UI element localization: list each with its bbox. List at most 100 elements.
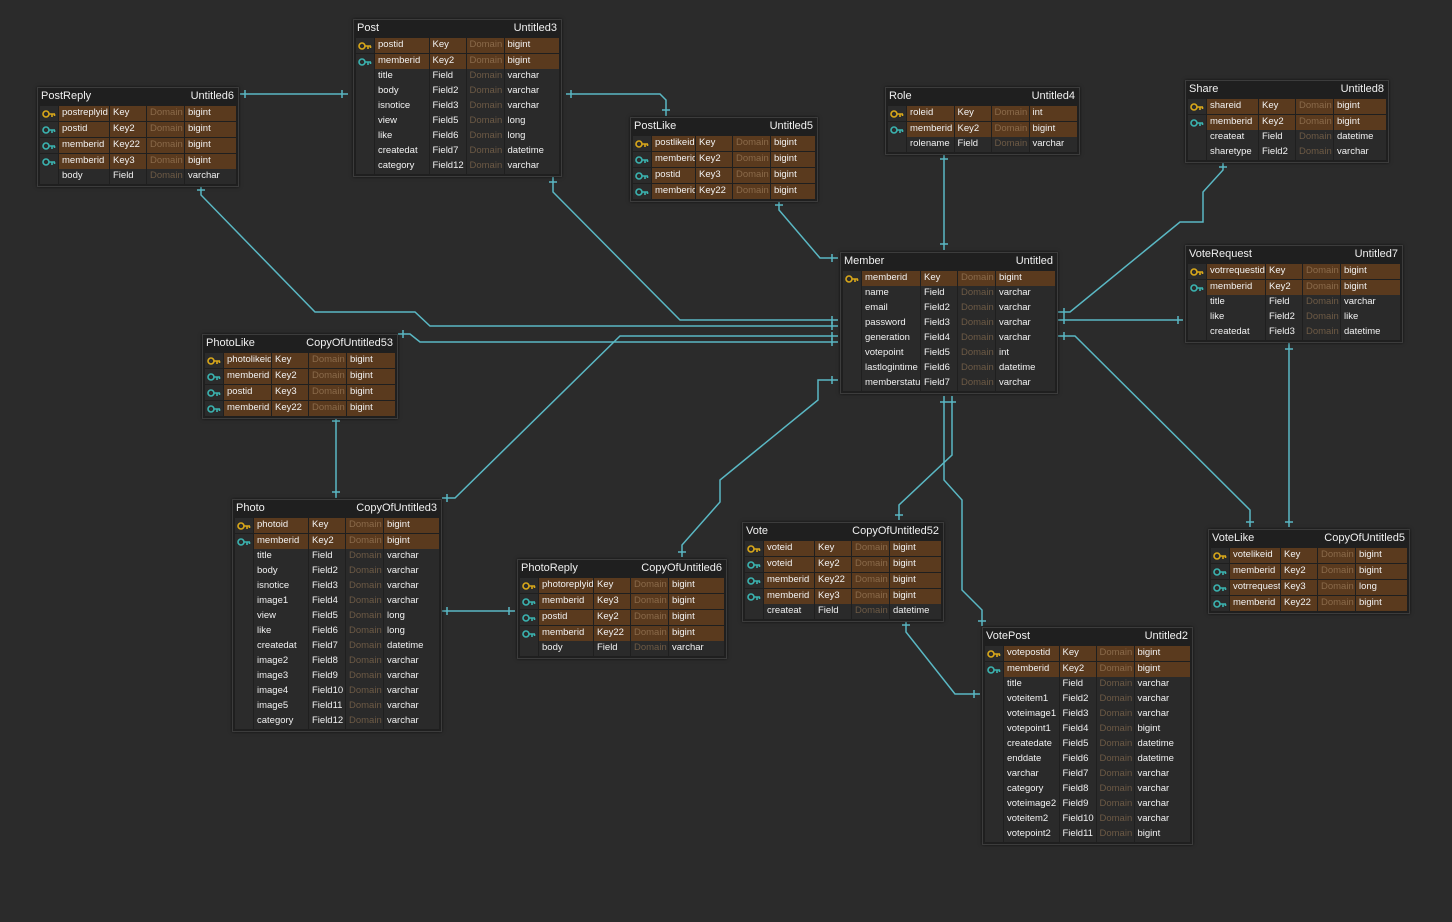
table-header[interactable]: VoteLike CopyOfUntitled5 — [1209, 530, 1409, 547]
table-row[interactable]: votrrequestidKey3Domainlong — [1211, 579, 1407, 595]
table-row[interactable]: postreplyid Key Domain bigint — [40, 106, 236, 121]
table-votelike[interactable]: VoteLike CopyOfUntitled5 votelikeid Key Doma… — [1208, 529, 1410, 614]
table-role[interactable]: Role Untitled4 roleid Key Domain int memberid K… — [885, 87, 1080, 155]
diagram-canvas[interactable]: Post Untitled3 postid Key Domain bigint member… — [0, 0, 1452, 922]
table-post[interactable]: Post Untitled3 postid Key Domain bigint member… — [353, 19, 562, 177]
relationship-line-postreply-member[interactable] — [200, 185, 838, 327]
table-row[interactable]: voteitem1 Field2 Domain varchar — [985, 692, 1190, 707]
table-row[interactable]: memberid Key Domain bigint — [843, 271, 1055, 286]
table-row[interactable]: memberid Key22 Domain bigint — [40, 137, 236, 153]
table-row[interactable]: memberid Key2 Domain bigint — [1188, 279, 1400, 295]
table-row[interactable]: voteid Key Domain bigint — [745, 541, 941, 556]
table-row[interactable]: createdate Field5 Domain datetime — [985, 737, 1190, 752]
table-header[interactable]: Share Untitled8 — [1186, 81, 1388, 98]
table-row[interactable]: body Field2 Domain varchar — [356, 84, 559, 99]
table-row[interactable]: category Field12 Domain varchar — [356, 159, 559, 174]
table-row[interactable]: isnotice Field3 Domain varchar — [235, 579, 439, 594]
table-row[interactable]: voteimage1 Field3 Domain varchar — [985, 707, 1190, 722]
table-row[interactable]: image3 Field9 Domain varchar — [235, 669, 439, 684]
table-row[interactable]: votepostid Key Domain bigint — [985, 646, 1190, 661]
table-vote[interactable]: Vote CopyOfUntitled52 voteid Key Domain bigin… — [742, 522, 944, 622]
table-row[interactable]: image1 Field4 Domain varchar — [235, 594, 439, 609]
table-header[interactable]: PhotoLike CopyOfUntitled53 — [203, 335, 397, 352]
table-header[interactable]: VoteRequest Untitled7 — [1186, 246, 1402, 263]
table-row[interactable]: memberid Key22 Domain bigint — [1211, 595, 1407, 611]
table-row[interactable]: postid Key2 Domain bigint — [520, 609, 724, 625]
table-row[interactable]: isnotice Field3 Domain varchar — [356, 99, 559, 114]
relationship-line-votelike-member[interactable] — [1058, 335, 1251, 527]
table-header[interactable]: Vote CopyOfUntitled52 — [743, 523, 943, 540]
table-row[interactable]: votrrequestid Key Domain bigint — [1188, 264, 1400, 279]
table-header[interactable]: PostLike Untitled5 — [631, 118, 817, 135]
table-row[interactable]: category Field8 Domain varchar — [985, 782, 1190, 797]
table-row[interactable]: rolename Field Domain varchar — [888, 137, 1077, 152]
table-row[interactable]: postid Key3 Domain bigint — [205, 384, 395, 400]
table-row[interactable]: body Field Domain varchar — [520, 641, 724, 656]
table-row[interactable]: photolikeid Key Domain bigint — [205, 353, 395, 368]
table-row[interactable]: voteitem2 Field10 Domain varchar — [985, 812, 1190, 827]
table-row[interactable]: votepoint1 Field4 Domain bigint — [985, 722, 1190, 737]
relationship-line-vote-member[interactable] — [898, 396, 953, 520]
table-row[interactable]: memberid Key3 Domain bigint — [745, 588, 941, 604]
table-header[interactable]: Role Untitled4 — [886, 88, 1079, 105]
table-header[interactable]: PostReply Untitled6 — [38, 88, 238, 105]
table-row[interactable]: postid Key Domain bigint — [356, 38, 559, 53]
table-row[interactable]: generation Field4 Domain varchar — [843, 331, 1055, 346]
table-row[interactable]: memberid Key2 Domain bigint — [633, 151, 815, 167]
table-row[interactable]: memberid Key3 Domain bigint — [520, 593, 724, 609]
table-row[interactable]: image2 Field8 Domain varchar — [235, 654, 439, 669]
table-row[interactable]: enddate Field6 Domain datetime — [985, 752, 1190, 767]
table-member[interactable]: Member Untitled memberid Key Domain bigint nam… — [840, 252, 1058, 394]
table-row[interactable]: createdat Field3 Domain datetime — [1188, 325, 1400, 340]
table-row[interactable]: createdat Field7 Domain datetime — [235, 639, 439, 654]
table-row[interactable]: voteimage2 Field9 Domain varchar — [985, 797, 1190, 812]
relationship-line-post-postlike[interactable] — [566, 93, 667, 116]
table-row[interactable]: memberid Key22 Domain bigint — [745, 572, 941, 588]
table-row[interactable]: memberid Key2 Domain bigint — [205, 368, 395, 384]
table-row[interactable]: view Field5 Domain long — [356, 114, 559, 129]
table-row[interactable]: postid Key2 Domain bigint — [40, 121, 236, 137]
table-row[interactable]: roleid Key Domain int — [888, 106, 1077, 121]
table-photo[interactable]: Photo CopyOfUntitled3 photoid Key Domain bigi… — [232, 499, 442, 732]
table-row[interactable]: postid Key3 Domain bigint — [633, 167, 815, 183]
relationship-line-postlike-member[interactable] — [778, 200, 838, 259]
table-votepost[interactable]: VotePost Untitled2 votepostid Key Domain bigi… — [982, 627, 1193, 845]
table-row[interactable]: title Field Domain varchar — [985, 677, 1190, 692]
relationship-line-vote-votepost[interactable] — [905, 620, 980, 695]
table-row[interactable]: votelikeid Key Domain bigint — [1211, 548, 1407, 563]
table-row[interactable]: like Field6 Domain long — [235, 624, 439, 639]
table-row[interactable]: title Field Domain varchar — [235, 549, 439, 564]
table-voterequest[interactable]: VoteRequest Untitled7 votrrequestid Key Doma… — [1185, 245, 1403, 343]
table-row[interactable]: voteid Key2 Domain bigint — [745, 556, 941, 572]
table-row[interactable]: memberid Key2 Domain bigint — [1211, 563, 1407, 579]
table-row[interactable]: varchar Field7 Domain varchar — [985, 767, 1190, 782]
table-row[interactable]: memberid Key2 Domain bigint — [888, 121, 1077, 137]
relationship-line-photolike-member[interactable] — [398, 333, 838, 343]
table-row[interactable]: postlikeid Key Domain bigint — [633, 136, 815, 151]
table-row[interactable]: view Field5 Domain long — [235, 609, 439, 624]
table-share[interactable]: Share Untitled8 shareid Key Domain bigint memb… — [1185, 80, 1389, 163]
table-row[interactable]: memberid Key22 Domain bigint — [633, 183, 815, 199]
table-row[interactable]: image4 Field10 Domain varchar — [235, 684, 439, 699]
table-row[interactable]: password Field3 Domain varchar — [843, 316, 1055, 331]
table-row[interactable]: body Field2 Domain varchar — [235, 564, 439, 579]
table-postlike[interactable]: PostLike Untitled5 postlikeid Key Domain bigi… — [630, 117, 818, 202]
table-photoreply[interactable]: PhotoReply CopyOfUntitled6 photoreplyid Key… — [517, 559, 727, 659]
table-row[interactable]: memberstatus Field7 Domain varchar — [843, 376, 1055, 391]
table-row[interactable]: memberid Key2 Domain bigint — [985, 661, 1190, 677]
table-row[interactable]: email Field2 Domain varchar — [843, 301, 1055, 316]
table-row[interactable]: image5 Field11 Domain varchar — [235, 699, 439, 714]
relationship-line-votepost-member[interactable] — [943, 396, 983, 626]
table-header[interactable]: Photo CopyOfUntitled3 — [233, 500, 441, 517]
table-row[interactable]: photoreplyid Key Domain bigint — [520, 578, 724, 593]
table-row[interactable]: createdat Field7 Domain datetime — [356, 144, 559, 159]
table-row[interactable]: body Field Domain varchar — [40, 169, 236, 184]
table-row[interactable]: shareid Key Domain bigint — [1188, 99, 1386, 114]
table-row[interactable]: memberid Key22 Domain bigint — [520, 625, 724, 641]
table-row[interactable]: like Field2 Domain like — [1188, 310, 1400, 325]
relationship-line-photo-member[interactable] — [442, 335, 838, 499]
table-row[interactable]: like Field6 Domain long — [356, 129, 559, 144]
table-photolike[interactable]: PhotoLike CopyOfUntitled53 photolikeid Key D… — [202, 334, 398, 419]
table-row[interactable]: memberid Key22 Domain bigint — [205, 400, 395, 416]
table-row[interactable]: createat Field Domain datetime — [1188, 130, 1386, 145]
